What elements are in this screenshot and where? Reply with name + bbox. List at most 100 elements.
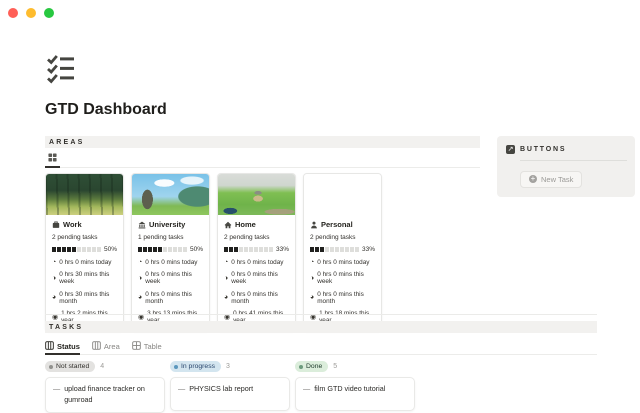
area-title: Personal — [321, 220, 353, 229]
zoom-button[interactable] — [44, 8, 54, 18]
board-column: Done 5 —film GTD video tutorial — [295, 361, 415, 413]
new-task-button[interactable]: + New Task — [520, 171, 582, 188]
areas-section: AREAS Work 2 pending tasks 50% ◔0 hrs 0 … — [45, 136, 480, 331]
progress-cell — [325, 247, 329, 252]
time-stat-text: 0 hrs 0 mins this month — [145, 291, 203, 305]
progress-cell — [52, 247, 56, 252]
area-progress-bar: 50% — [138, 246, 203, 253]
clock-week-icon: ◑ — [224, 275, 228, 282]
clock-week-icon: ◑ — [52, 275, 56, 282]
page-icon-wrap[interactable] — [46, 54, 76, 84]
new-task-label: New Task — [541, 175, 573, 184]
column-count: 4 — [100, 363, 104, 370]
clock-today-icon: ◔ — [224, 259, 228, 266]
area-title: Work — [63, 220, 82, 229]
status-badge[interactable]: In progress — [170, 361, 221, 372]
area-progress-label: 33% — [276, 246, 289, 253]
status-dot-icon — [299, 365, 303, 369]
tab-label: Table — [144, 342, 162, 351]
task-title: PHYSICS lab report — [189, 384, 253, 395]
home-icon — [224, 221, 232, 229]
status-badge[interactable]: Not started — [45, 361, 95, 372]
tab-area[interactable]: Area — [92, 338, 120, 354]
board-icon — [92, 341, 101, 352]
progress-cell — [153, 247, 157, 252]
task-card[interactable]: —film GTD video tutorial — [295, 377, 415, 411]
time-stat-text: 0 hrs 0 mins today — [231, 259, 283, 266]
clock-today-icon: ◔ — [138, 259, 142, 266]
gallery-icon — [48, 149, 57, 167]
progress-cell — [259, 247, 263, 252]
status-badge[interactable]: Done — [295, 361, 328, 372]
area-time-stat: ◔0 hrs 0 mins today — [224, 259, 289, 266]
window-controls — [8, 8, 54, 18]
area-time-stat: ◕0 hrs 30 mins this month — [52, 291, 117, 305]
time-stat-text: 0 hrs 0 mins this month — [231, 291, 289, 305]
briefcase-icon — [52, 221, 60, 229]
area-time-stat: ◕0 hrs 0 mins this month — [138, 291, 203, 305]
progress-cell — [244, 247, 248, 252]
area-card[interactable]: University 1 pending tasks 50% ◔0 hrs 0 … — [131, 173, 210, 331]
progress-cell — [234, 247, 238, 252]
page-title: GTD Dashboard — [45, 101, 167, 119]
area-cover-image — [218, 174, 295, 215]
progress-cell — [335, 247, 339, 252]
progress-cell — [173, 247, 177, 252]
time-stat-text: 0 hrs 30 mins this month — [59, 291, 117, 305]
tasks-section: TASKS Status Area Table Not started 4 —u… — [45, 314, 597, 413]
progress-cell — [168, 247, 172, 252]
area-card[interactable]: Work 2 pending tasks 50% ◔0 hrs 0 mins t… — [45, 173, 124, 331]
tab-status[interactable]: Status — [45, 338, 80, 354]
progress-cell — [224, 247, 228, 252]
area-progress-bar: 50% — [52, 246, 117, 253]
buttons-heading: BUTTONS — [520, 146, 566, 153]
progress-cell — [183, 247, 187, 252]
progress-cell — [67, 247, 71, 252]
tasks-board: Not started 4 —upload finance tracker on… — [45, 361, 597, 413]
minimize-button[interactable] — [26, 8, 36, 18]
time-stat-text: 0 hrs 0 mins this week — [145, 271, 203, 285]
progress-cell — [269, 247, 273, 252]
area-time-stat: ◔0 hrs 0 mins today — [52, 259, 117, 266]
progress-cell — [254, 247, 258, 252]
table-icon — [132, 341, 141, 352]
area-progress-bar: 33% — [310, 246, 375, 253]
area-progress-bar: 33% — [224, 246, 289, 253]
time-stat-text: 0 hrs 0 mins this week — [317, 271, 375, 285]
progress-cell — [57, 247, 61, 252]
area-title: Home — [235, 220, 256, 229]
buttons-panel: ↗ BUTTONS + New Task — [497, 136, 635, 197]
close-button[interactable] — [8, 8, 18, 18]
area-pending-count: 2 pending tasks — [224, 234, 289, 241]
area-card[interactable]: Personal 2 pending tasks 33% ◔0 hrs 0 mi… — [303, 173, 382, 331]
progress-cell — [229, 247, 233, 252]
checklist-icon — [46, 71, 76, 88]
task-card[interactable]: — PHYSICS lab report — [170, 377, 290, 411]
divider — [520, 160, 627, 161]
active-view-underline — [45, 166, 60, 168]
area-time-stat: ◑0 hrs 0 mins this week — [138, 271, 203, 285]
tab-table[interactable]: Table — [132, 338, 162, 354]
progress-cell — [330, 247, 334, 252]
clock-month-icon: ◕ — [224, 294, 228, 301]
area-card[interactable]: Home 2 pending tasks 33% ◔0 hrs 0 mins t… — [217, 173, 296, 331]
time-stat-text: 0 hrs 0 mins this week — [231, 271, 289, 285]
dash-icon: — — [178, 384, 185, 394]
column-count: 5 — [333, 363, 337, 370]
progress-cell — [315, 247, 319, 252]
clock-month-icon: ◕ — [310, 294, 314, 301]
time-stat-text: 0 hrs 0 mins today — [317, 259, 369, 266]
area-time-stat: ◕0 hrs 0 mins this month — [224, 291, 289, 305]
progress-cell — [143, 247, 147, 252]
progress-cell — [320, 247, 324, 252]
progress-cell — [158, 247, 162, 252]
task-card[interactable]: —upload finance tracker on gumroad — [45, 377, 165, 413]
progress-cell — [97, 247, 101, 252]
area-time-stat: ◔0 hrs 0 mins today — [138, 259, 203, 266]
progress-cell — [138, 247, 142, 252]
gallery-view-tab[interactable] — [45, 149, 60, 167]
progress-cell — [355, 247, 359, 252]
area-progress-label: 50% — [104, 246, 117, 253]
dash-icon: — — [303, 384, 310, 394]
tab-label: Status — [57, 342, 80, 351]
